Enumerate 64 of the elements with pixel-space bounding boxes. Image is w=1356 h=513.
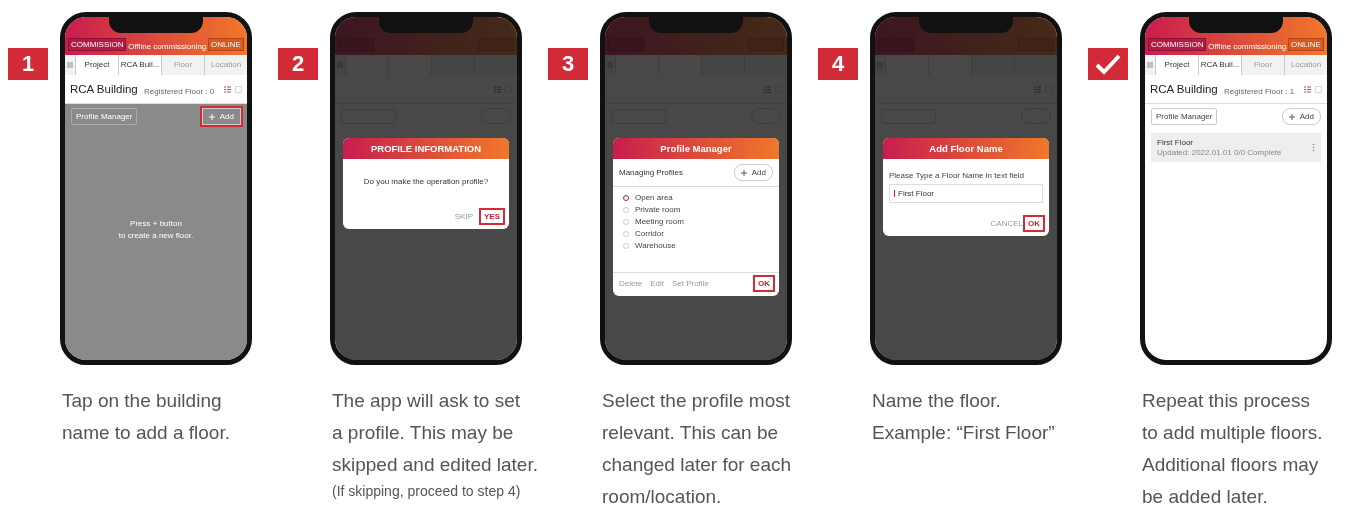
- list-view-icon[interactable]: [1304, 85, 1311, 93]
- step-badge: 3: [548, 48, 588, 80]
- dialog-prompt: Please Type a Floor Name in text field: [888, 170, 1026, 182]
- add-button[interactable]: Add: [201, 108, 241, 125]
- option-label: Warehouse: [635, 241, 676, 250]
- breadcrumb-item[interactable]: Project: [1155, 55, 1198, 75]
- breadcrumb-item[interactable]: Project: [75, 55, 118, 75]
- dialog-action[interactable]: CANCEL: [990, 219, 1023, 228]
- step-badge: 4: [818, 48, 858, 80]
- profile-manager-button[interactable]: Profile Manager: [1151, 108, 1218, 125]
- dialog-subtitle: Managing Profiles: [619, 168, 684, 177]
- check-icon: [1088, 48, 1128, 80]
- step-caption: Name the floor. Example: “First Floor”: [872, 389, 1056, 445]
- step-badge: 2: [278, 48, 318, 80]
- dialog-action[interactable]: Delete: [619, 279, 643, 288]
- dialog-action[interactable]: OK: [755, 277, 773, 290]
- registered-count: Registered Floor : 0: [144, 86, 216, 96]
- dialog-title: Add Floor Name: [883, 138, 1049, 159]
- floor-meta: Updated: 2022.01.01 0/0 Complete: [1157, 148, 1283, 157]
- dialog-title: Profile Manager: [613, 138, 779, 159]
- dialog-action[interactable]: Edit: [650, 279, 664, 288]
- commission-button[interactable]: COMMISSION: [1148, 38, 1207, 51]
- dialog-action[interactable]: SKIP: [454, 212, 473, 221]
- header-title: Offline commissioning: [1208, 42, 1287, 51]
- empty-hint: to create a new floor.: [118, 231, 194, 240]
- add-button[interactable]: Add: [1281, 108, 1321, 125]
- plus-icon: [208, 113, 215, 120]
- step-caption: Tap on the building name to add a floor.: [62, 389, 231, 445]
- square-icon[interactable]: [1315, 85, 1322, 93]
- menu-icon[interactable]: [65, 62, 75, 68]
- building-title[interactable]: RCA Building: [1150, 83, 1220, 95]
- online-button[interactable]: ONLINE: [208, 38, 244, 51]
- step-caption: Select the profile most relevant. This can be changed later for each room/location.: [602, 389, 793, 509]
- plus-icon: [740, 169, 747, 176]
- registered-count: Registered Floor : 1: [1224, 86, 1296, 96]
- dialog-title: PROFILE INFORMATION: [343, 138, 509, 159]
- online-button[interactable]: ONLINE: [1288, 38, 1324, 51]
- list-view-icon[interactable]: [224, 85, 231, 93]
- input-field[interactable]: First Floor: [889, 184, 1043, 203]
- commission-button[interactable]: COMMISSION: [68, 38, 127, 51]
- caption-note: (If skipping, proceed to step 4): [332, 482, 522, 501]
- square-icon[interactable]: [235, 85, 242, 93]
- breadcrumb-item[interactable]: RCA Buil...: [1198, 55, 1241, 75]
- dialog-message: Do you make the operation profile?: [362, 176, 490, 188]
- floor-item[interactable]: First Floor Updated: 2022.01.01 0/0 Complete: [1151, 133, 1321, 162]
- breadcrumb-item[interactable]: RCA Buil...: [118, 55, 161, 75]
- add-button[interactable]: Add: [733, 164, 773, 181]
- step-badge: 1: [8, 48, 48, 80]
- plus-icon: [1288, 113, 1295, 120]
- header-title: Offline commissioning: [128, 42, 207, 51]
- dialog-action[interactable]: OK: [1025, 217, 1043, 230]
- dialog-action[interactable]: Set Profile: [671, 279, 709, 288]
- option-label: Open area: [635, 193, 673, 202]
- step-caption: The app will ask to set a profile. This may be skipped and edited later.: [332, 389, 539, 477]
- option-label: Private room: [635, 205, 681, 214]
- step-caption: Repeat this process to add multiple floors. Additional floors may be added later.: [1142, 389, 1324, 509]
- dialog-action[interactable]: YES: [481, 210, 503, 223]
- option-label: Meeting room: [635, 217, 684, 226]
- menu-icon[interactable]: [1145, 62, 1155, 68]
- option-label: Corridor: [635, 229, 664, 238]
- building-title[interactable]: RCA Building: [70, 83, 140, 95]
- floor-name: First Floor: [1157, 138, 1194, 147]
- empty-hint: Press + button: [130, 219, 182, 228]
- profile-manager-button[interactable]: Profile Manager: [71, 108, 138, 125]
